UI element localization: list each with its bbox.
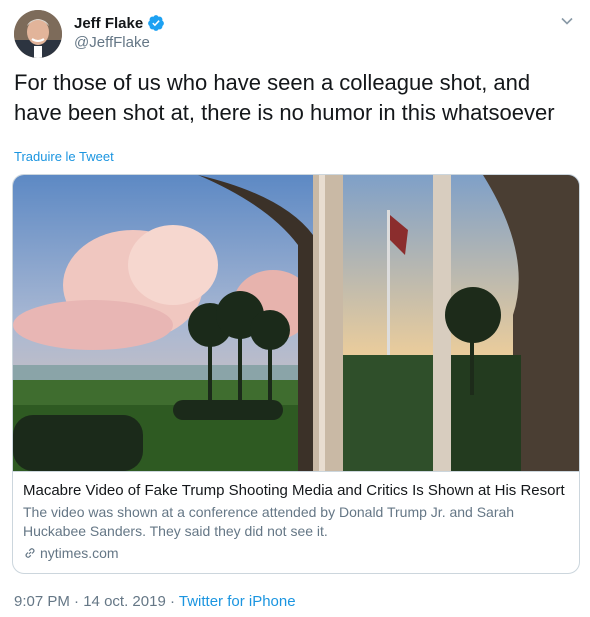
meta-separator-2: · [165, 593, 179, 610]
tweet-date[interactable]: 14 oct. 2019 [83, 593, 166, 610]
card-description: The video was shown at a conference atte… [23, 504, 515, 539]
link-icon [23, 546, 37, 560]
meta-separator: · [69, 593, 84, 610]
tweet-source-link[interactable]: Twitter for iPhone [179, 593, 296, 610]
avatar-image [14, 10, 62, 58]
card-image [13, 175, 579, 472]
tweet-meta: 9:07 PM · 14 oct. 2019 · Twitter for iPh… [14, 593, 296, 610]
link-card[interactable]: Macabre Video of Fake Trump Shooting Med… [12, 174, 580, 574]
user-handle[interactable]: @JeffFlake [74, 34, 150, 51]
card-title: Macabre Video of Fake Trump Shooting Med… [23, 482, 565, 499]
card-domain: nytimes.com [23, 545, 569, 561]
verified-badge-icon [147, 14, 165, 32]
card-body: Macabre Video of Fake Trump Shooting Med… [23, 481, 569, 561]
tweet: Jeff Flake @JeffFlake For those of us wh… [0, 0, 590, 617]
avatar[interactable] [14, 10, 62, 58]
translate-link[interactable]: Traduire le Tweet [14, 149, 114, 164]
tweet-header: Jeff Flake @JeffFlake [14, 10, 576, 58]
chevron-down-icon[interactable] [560, 14, 574, 28]
tweet-text: For those of us who have seen a colleagu… [14, 70, 555, 125]
tweet-time[interactable]: 9:07 PM [14, 593, 70, 610]
card-domain-text: nytimes.com [40, 545, 119, 561]
display-name[interactable]: Jeff Flake [74, 15, 143, 32]
name-row: Jeff Flake [74, 14, 165, 32]
